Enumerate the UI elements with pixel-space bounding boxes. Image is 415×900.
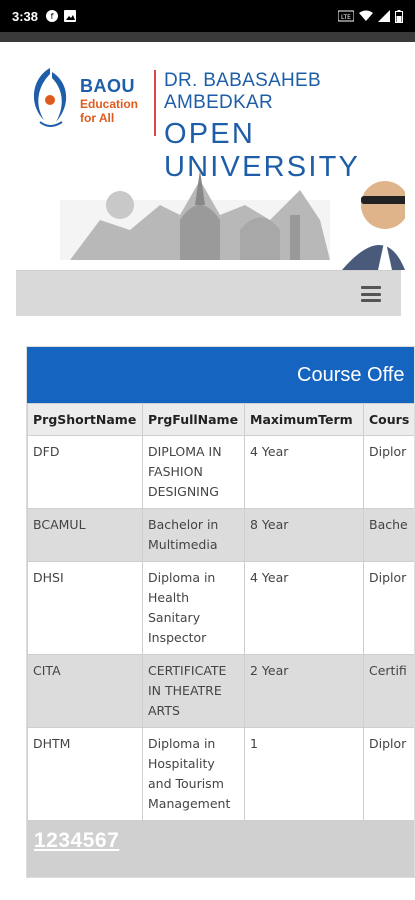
logo-tagline-1: Education xyxy=(80,97,139,111)
column-header-prgfullname: PrgFullName xyxy=(142,403,245,436)
cell-course: Certifi xyxy=(363,654,414,728)
table-header-row: PrgShortName PrgFullName MaximumTerm Cou… xyxy=(27,403,414,436)
cell-max-term: 4 Year xyxy=(244,561,364,655)
column-header-prgshortname: PrgShortName xyxy=(27,403,143,436)
table-row: CITA CERTIFICATE IN THEATRE ARTS 2 Year … xyxy=(27,654,414,728)
logo-tagline-2: for All xyxy=(80,111,115,125)
column-header-course: Cours xyxy=(363,403,414,436)
cell-course: Diplor xyxy=(363,561,414,655)
cell-full-name: Bachelor in Multimedia xyxy=(142,508,245,562)
logo-emblem-icon xyxy=(33,68,67,127)
volte-icon: LTE xyxy=(338,10,354,22)
heritage-banner-image xyxy=(60,170,405,270)
wifi-icon xyxy=(359,10,373,21)
status-time: 3:38 xyxy=(12,8,39,24)
table-row: BCAMUL Bachelor in Multimedia 8 Year Bac… xyxy=(27,508,414,562)
university-name-line1: DR. BABASAHEB AMBEDKAR xyxy=(164,70,322,113)
notification-f-icon: f xyxy=(46,10,59,22)
pager-row: 1234567 xyxy=(27,820,414,877)
cell-max-term: 4 Year xyxy=(244,435,364,509)
panel-title: Course Offe xyxy=(27,347,414,403)
cell-max-term: 8 Year xyxy=(244,508,364,562)
logo-divider xyxy=(154,70,156,136)
cell-short-name: DFD xyxy=(27,435,143,509)
course-table: PrgShortName PrgFullName MaximumTerm Cou… xyxy=(27,403,414,877)
cell-full-name: Diploma in Hospitality and Tourism Manag… xyxy=(142,727,245,821)
navbar xyxy=(16,270,401,316)
toolbar-strip xyxy=(0,32,415,42)
cell-course: Diplor xyxy=(363,435,414,509)
pagination-links[interactable]: 1234567 xyxy=(34,829,119,852)
cell-full-name: CERTIFICATE IN THEATRE ARTS xyxy=(142,654,245,728)
table-row: DHSI Diploma in Health Sanitary Inspecto… xyxy=(27,561,414,655)
cell-short-name: CITA xyxy=(27,654,143,728)
course-offered-panel: Course Offe PrgShortName PrgFullName Max… xyxy=(26,346,415,878)
signal-icon xyxy=(378,10,390,22)
cell-max-term: 1 xyxy=(244,727,364,821)
cell-course: Bache xyxy=(363,508,414,562)
battery-icon xyxy=(395,9,403,23)
cell-short-name: DHTM xyxy=(27,727,143,821)
svg-text:LTE: LTE xyxy=(341,14,351,21)
cell-course: Diplor xyxy=(363,727,414,821)
table-row: DHTM Diploma in Hospitality and Tourism … xyxy=(27,727,414,821)
cell-short-name: BCAMUL xyxy=(27,508,143,562)
table-row: DFD DIPLOMA IN FASHION DESIGNING 4 Year … xyxy=(27,435,414,509)
image-icon xyxy=(64,10,77,22)
logo-abbr: BAOU xyxy=(80,76,135,96)
cell-full-name: DIPLOMA IN FASHION DESIGNING xyxy=(142,435,245,509)
main-content: Course Offe PrgShortName PrgFullName Max… xyxy=(0,316,415,900)
status-bar: 3:38 f LTE xyxy=(0,0,415,32)
site-header: BAOU Education for All DR. BABASAHEB AMB… xyxy=(0,42,415,272)
column-header-maximumterm: MaximumTerm xyxy=(244,403,364,436)
baou-logo[interactable]: BAOU Education for All xyxy=(22,64,152,144)
cell-short-name: DHSI xyxy=(27,561,143,655)
cell-max-term: 2 Year xyxy=(244,654,364,728)
hamburger-menu-icon[interactable] xyxy=(361,286,381,302)
cell-full-name: Diploma in Health Sanitary Inspector xyxy=(142,561,245,655)
svg-text:f: f xyxy=(51,12,54,21)
